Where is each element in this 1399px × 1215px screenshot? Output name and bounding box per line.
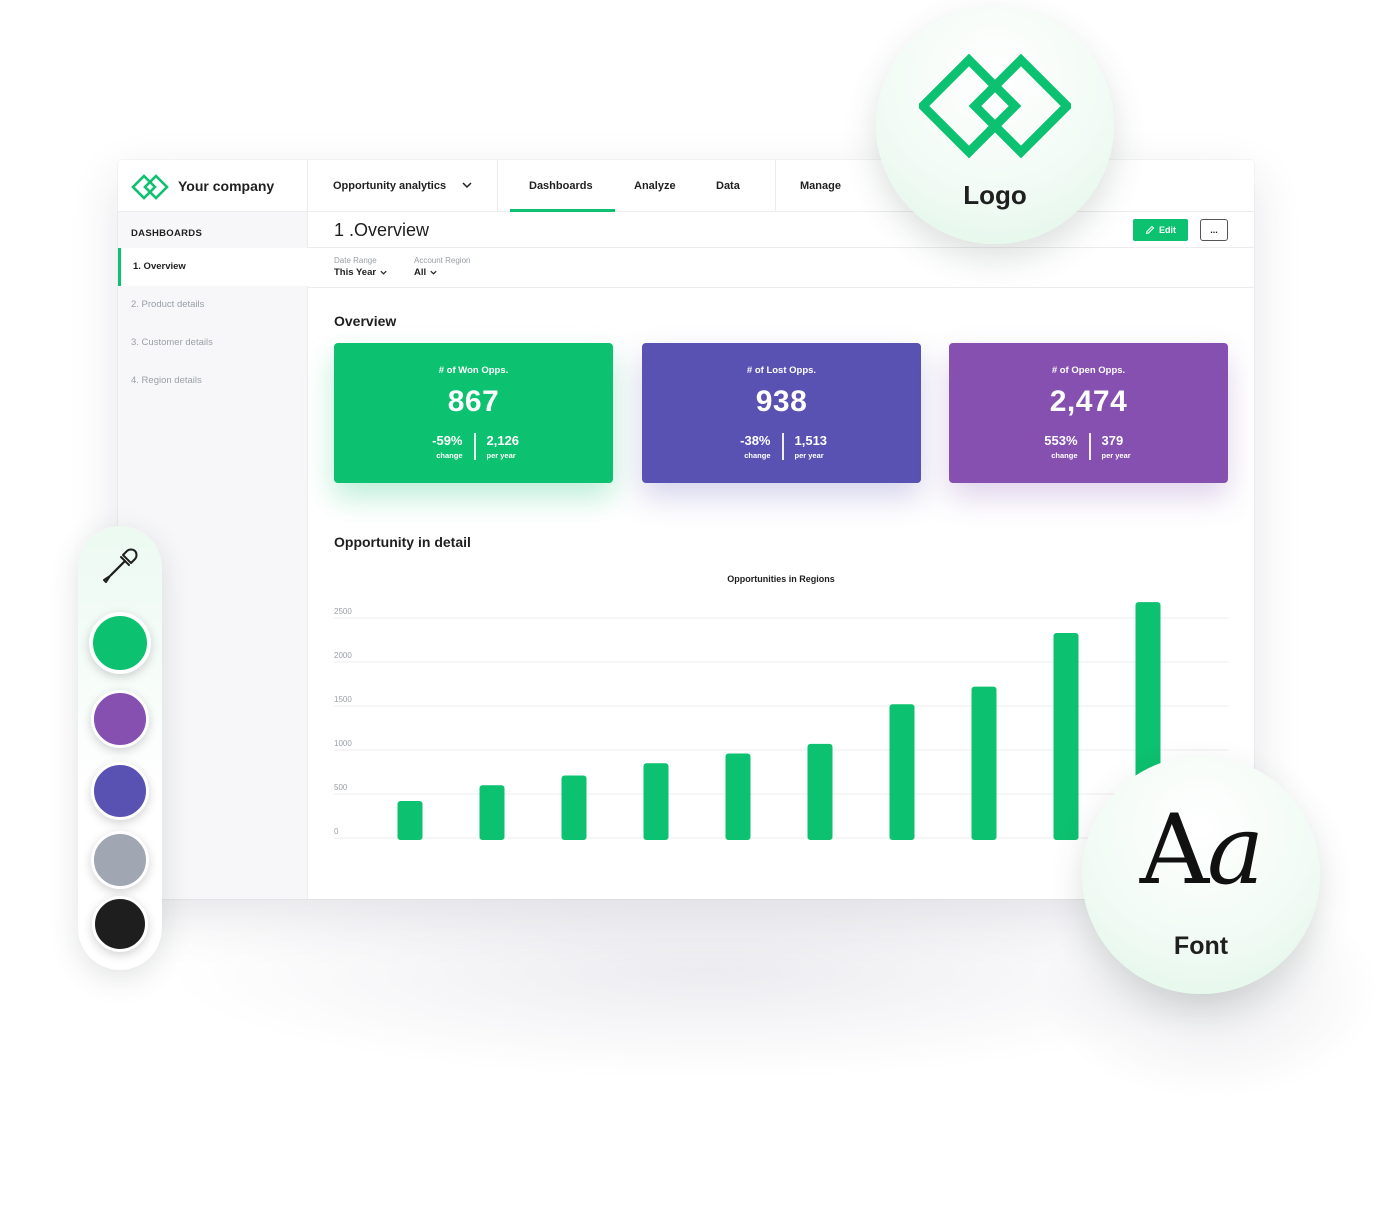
company-name: Your company <box>178 178 275 194</box>
pencil-icon <box>1145 225 1155 235</box>
kpi-card-won[interactable]: # of Won Opps. 867 -59% change 2,126 per y… <box>334 343 613 483</box>
tab-analyze[interactable]: Analyze <box>634 180 676 192</box>
tab-data[interactable]: Data <box>716 180 740 192</box>
dashboard-window: Your company Opportunity analytics Dashb… <box>118 160 1254 899</box>
brand[interactable]: Your company <box>118 160 308 212</box>
sidebar-item-customer-details[interactable]: 3. Customer details <box>118 324 308 362</box>
tab-dashboards[interactable]: Dashboards <box>529 180 593 192</box>
workspace-selector[interactable]: Opportunity analytics <box>308 160 498 212</box>
more-options-button[interactable]: ... <box>1200 219 1228 241</box>
kpi-value: 867 <box>447 385 500 418</box>
kpi-change-caption: change <box>436 451 463 460</box>
kpi-change-caption: change <box>1051 451 1078 460</box>
font-sample-upright: A <box>1139 794 1209 906</box>
y-tick-label: 0 <box>334 827 339 836</box>
kpi-per-year: 379 <box>1101 433 1124 448</box>
kpi-value: 2,474 <box>1049 385 1128 418</box>
company-logo-icon <box>131 174 169 200</box>
company-logo-icon <box>919 54 1071 158</box>
y-tick-label: 1500 <box>334 695 352 704</box>
kpi-card-lost[interactable]: # of Lost Opps. 938 -38% change 1,513 per … <box>642 343 921 483</box>
kpi-change: -38% <box>740 433 771 448</box>
sidebar-item-product-details[interactable]: 2. Product details <box>118 286 308 324</box>
edit-button[interactable]: Edit <box>1133 219 1188 241</box>
filter-label: Date Range <box>334 256 377 265</box>
font-sample-italic: a <box>1207 794 1264 906</box>
kpi-card-open[interactable]: # of Open Opps. 2,474 553% change 379 per … <box>949 343 1228 483</box>
page-title: 1 .Overview <box>334 220 430 240</box>
font-badge-label: Font <box>1173 932 1229 960</box>
chart-bar[interactable] <box>1053 632 1079 840</box>
kpi-per-year-caption: per year <box>1101 451 1131 460</box>
filter-value: This Year <box>334 267 388 278</box>
divider <box>308 247 1254 248</box>
chart-bar[interactable] <box>561 775 587 840</box>
chart-bar[interactable] <box>807 743 833 840</box>
kpi-title: # of Open Opps. <box>1051 365 1126 376</box>
filter-date-range[interactable]: Date Range This Year <box>334 256 388 278</box>
kpi-title: # of Won Opps. <box>438 365 509 376</box>
kpi-per-year: 1,513 <box>794 433 828 448</box>
chart-bar[interactable] <box>971 686 997 840</box>
kpi-change: 553% <box>1044 433 1078 448</box>
eyedropper-icon[interactable] <box>100 546 140 586</box>
sidebar-item-overview[interactable]: 1. Overview <box>118 248 308 286</box>
color-swatch-indigo[interactable] <box>91 762 149 820</box>
kpi-change: -59% <box>432 433 463 448</box>
kpi-stats: -59% change 2,126 per year <box>334 433 613 460</box>
chevron-down-icon <box>462 182 472 189</box>
color-swatch-green[interactable] <box>89 612 151 674</box>
color-palette <box>78 526 162 970</box>
font-badge[interactable]: Aa Font <box>1082 756 1320 994</box>
filter-account-region[interactable]: Account Region All <box>414 256 470 278</box>
section-title-overview: Overview <box>334 313 397 329</box>
sidebar-heading: DASHBOARDS <box>131 228 203 239</box>
y-tick-label: 2500 <box>334 607 352 616</box>
kpi-title: # of Lost Opps. <box>746 365 817 376</box>
y-tick-label: 500 <box>334 783 348 792</box>
y-tick-label: 1000 <box>334 739 352 748</box>
kpi-per-year-caption: per year <box>486 451 516 460</box>
workspace-label: Opportunity analytics <box>333 180 447 192</box>
chart-bar[interactable] <box>643 763 669 840</box>
kpi-change-caption: change <box>744 451 771 460</box>
logo-badge-label: Logo <box>963 180 1027 210</box>
kpi-stats: 553% change 379 per year <box>949 433 1228 460</box>
nav-divider <box>775 160 776 212</box>
color-swatch-gray[interactable] <box>91 831 149 889</box>
section-title-detail: Opportunity in detail <box>334 534 471 550</box>
font-sample: Aa <box>1082 794 1320 906</box>
chart-bar[interactable] <box>397 801 423 840</box>
kpi-per-year: 2,126 <box>486 433 520 448</box>
y-tick-label: 2000 <box>334 651 352 660</box>
filter-value: All <box>414 267 470 278</box>
kpi-per-year-caption: per year <box>794 451 824 460</box>
filter-value-text: All <box>414 267 427 278</box>
sidebar-item-region-details[interactable]: 4. Region details <box>118 362 308 400</box>
chart-bar[interactable] <box>725 753 751 840</box>
color-swatch-purple[interactable] <box>91 690 149 748</box>
chevron-down-icon <box>430 270 437 275</box>
color-swatch-black[interactable] <box>92 896 148 952</box>
kpi-stats: -38% change 1,513 per year <box>642 433 921 460</box>
chart-title: Opportunities in Regions <box>727 574 835 584</box>
chevron-down-icon <box>380 270 387 275</box>
tab-manage[interactable]: Manage <box>800 180 841 192</box>
edit-button-label: Edit <box>1159 225 1176 235</box>
filter-label: Account Region <box>414 256 471 265</box>
chart-bar[interactable] <box>889 704 915 840</box>
chart-bar[interactable] <box>479 785 505 840</box>
logo-badge[interactable]: Logo <box>876 6 1114 244</box>
kpi-value: 938 <box>755 385 808 418</box>
divider <box>308 287 1254 288</box>
filter-value-text: This Year <box>334 267 377 278</box>
